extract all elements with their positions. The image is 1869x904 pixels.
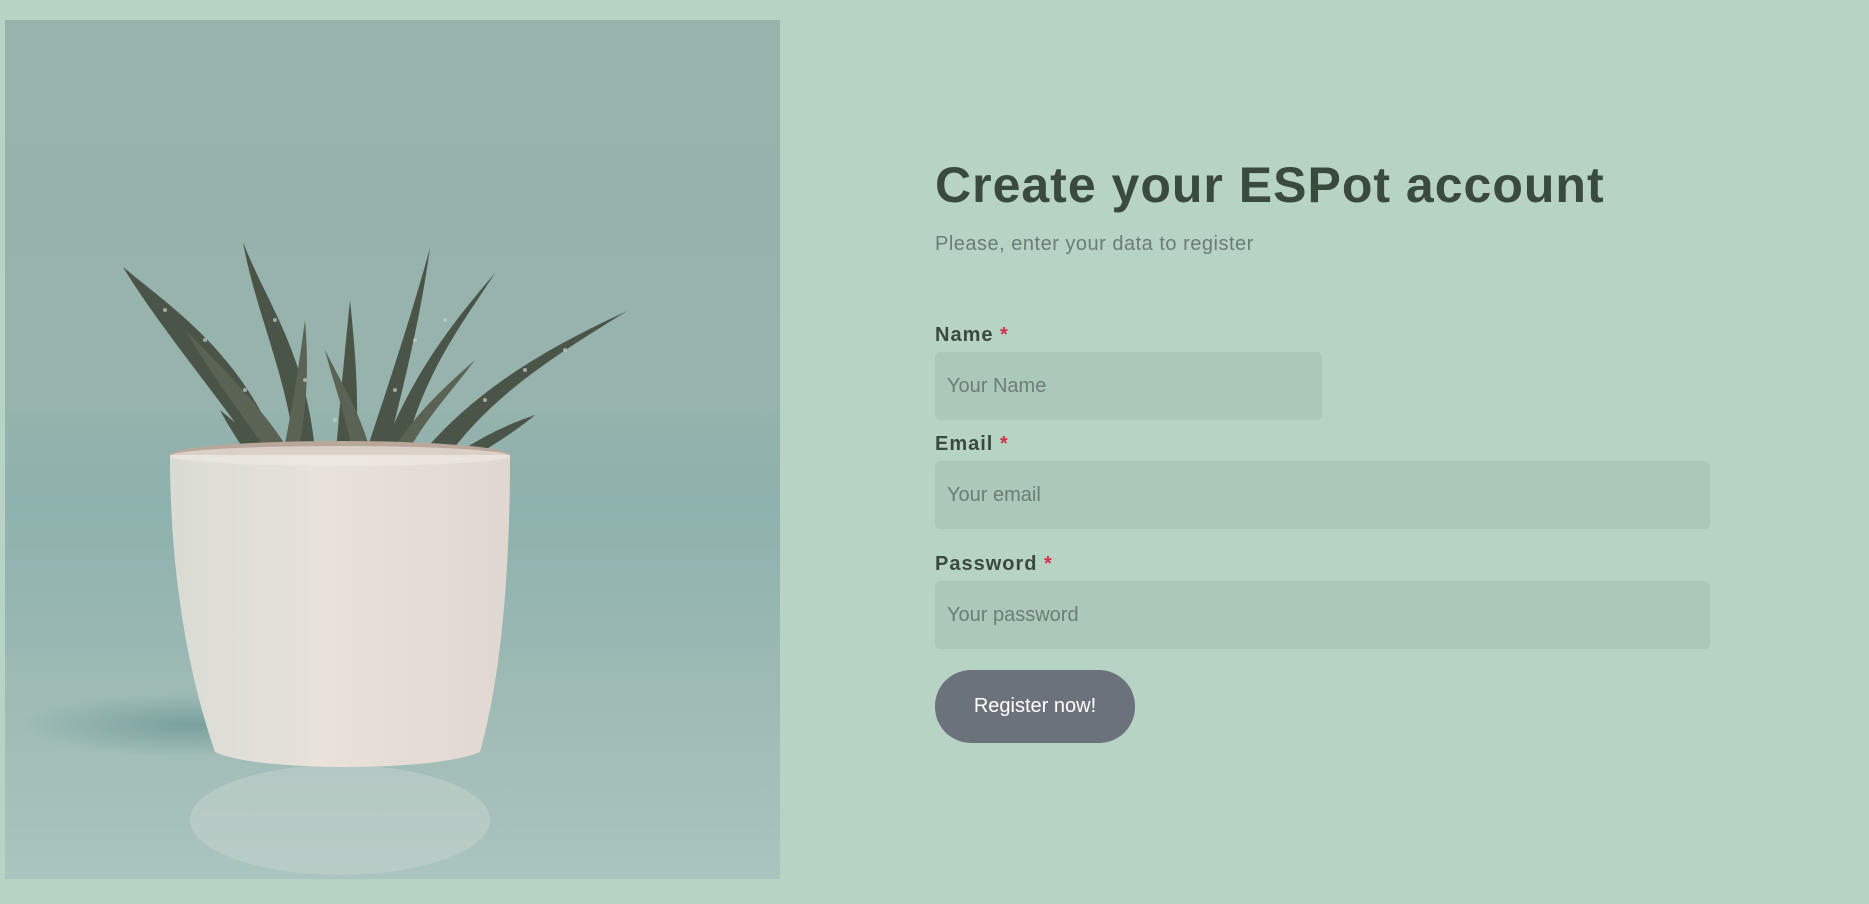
email-label: Email * xyxy=(935,433,1710,456)
password-input[interactable] xyxy=(935,581,1710,649)
password-required-mark: * xyxy=(1044,553,1053,575)
name-label-text: Name xyxy=(935,324,994,346)
password-label: Password * xyxy=(935,553,1710,576)
name-input[interactable] xyxy=(935,352,1322,420)
password-field-group: Password * xyxy=(935,553,1710,649)
email-required-mark: * xyxy=(999,433,1009,455)
password-label-text: Password xyxy=(935,553,1038,575)
name-required-mark: * xyxy=(1000,324,1009,346)
page-subtitle: Please, enter your data to register xyxy=(935,233,1254,255)
succulent-illustration xyxy=(5,242,780,875)
registration-form: Create your ESPot account Please, enter … xyxy=(935,155,1710,649)
email-field-group: Email * xyxy=(935,433,1710,529)
email-input[interactable] xyxy=(935,461,1710,529)
name-field-group: Name * xyxy=(935,324,1710,420)
registration-page: Create your ESPot account Please, enter … xyxy=(0,0,1869,904)
hero-image xyxy=(5,20,780,879)
page-title: Create your ESPot account xyxy=(935,157,1605,213)
register-button[interactable]: Register now! xyxy=(935,670,1135,743)
email-label-text: Email xyxy=(935,433,994,455)
name-label: Name * xyxy=(935,324,1710,347)
